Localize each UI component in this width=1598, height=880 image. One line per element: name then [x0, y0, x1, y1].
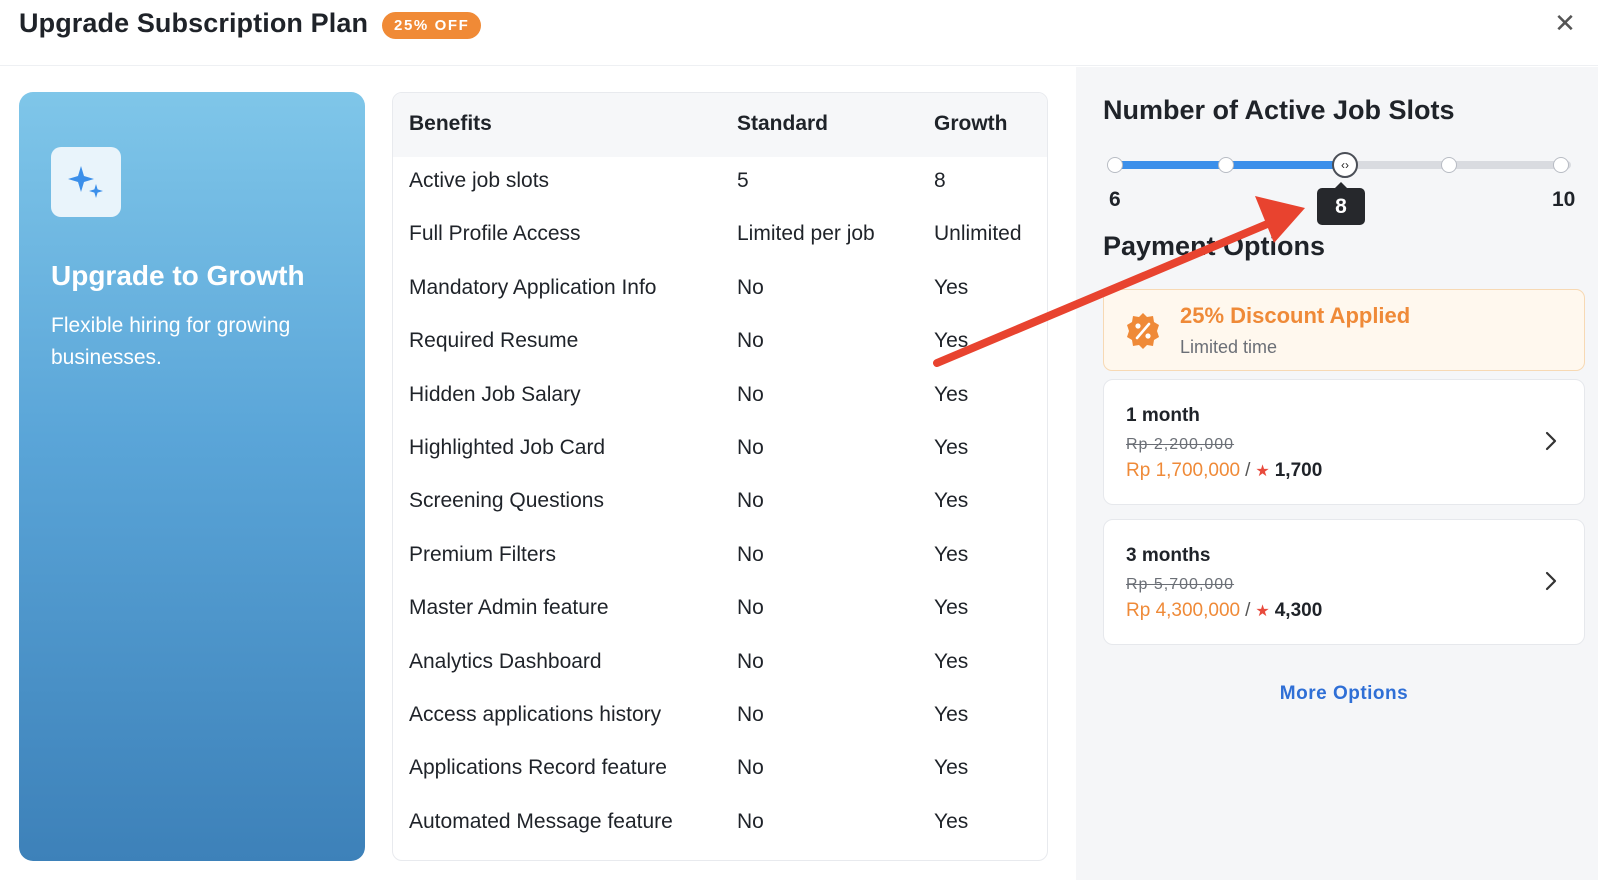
standard-value: No: [737, 436, 764, 459]
growth-value: Yes: [934, 542, 969, 566]
table-row: Screening Questions No Yes: [393, 477, 1047, 530]
table-row: Analytics Dashboard No Yes: [393, 638, 1047, 691]
right-panel: Number of Active Job Slots ‹› 6 8 10 Pay…: [1076, 67, 1598, 880]
standard-value: No: [737, 489, 764, 513]
plan-price: Rp 1,700,000: [1126, 460, 1241, 481]
growth-value: Yes: [934, 703, 969, 726]
plan-option-3-months[interactable]: 3 months Rp 5,700,000 Rp 4,300,000/★ 4,30…: [1103, 519, 1585, 645]
slider-step[interactable]: [1218, 157, 1234, 173]
page-title: Upgrade Subscription Plan: [19, 8, 369, 38]
growth-value: Yes: [934, 275, 969, 299]
growth-value: Yes: [934, 809, 969, 833]
benefit-name: Active job slots: [409, 169, 550, 192]
table-row: Hidden Job Salary No Yes: [393, 371, 1047, 424]
plan-points: 1,700: [1274, 460, 1323, 481]
percent-badge-icon: [1124, 312, 1162, 355]
standard-value: No: [737, 596, 764, 620]
growth-value: Yes: [934, 382, 969, 406]
benefit-name: Full Profile Access: [409, 222, 581, 246]
slider-step[interactable]: [1441, 157, 1457, 173]
drag-handle-icon[interactable]: ‹›: [1332, 152, 1358, 178]
growth-value: Yes: [934, 649, 969, 673]
benefit-name: Required Resume: [409, 329, 579, 353]
standard-value: No: [737, 382, 764, 406]
table-row: Active job slots 5 8: [393, 157, 1047, 210]
table-row: Required Resume No Yes: [393, 317, 1047, 370]
plan-option-1-month[interactable]: 1 month Rp 2,200,000 Rp 1,700,000/★ 1,700: [1103, 379, 1585, 505]
growth-value: Yes: [934, 436, 969, 459]
plan-original-price: Rp 2,200,000: [1126, 436, 1235, 453]
plan-original-price: Rp 5,700,000: [1126, 576, 1235, 593]
table-row: Highlighted Job Card No Yes: [393, 424, 1047, 477]
star-icon: ★: [1255, 603, 1270, 620]
plan-points: 4,300: [1274, 600, 1323, 621]
benefit-name: Access applications history: [409, 703, 662, 726]
table-header: Benefits Standard Growth: [393, 93, 1047, 157]
table-row: Mandatory Application Info No Yes: [393, 264, 1047, 317]
plan-price: Rp 4,300,000: [1126, 600, 1241, 621]
promo-card: Upgrade to Growth Flexible hiring for gr…: [19, 92, 365, 861]
standard-value: No: [737, 809, 764, 833]
slider-step[interactable]: [1107, 157, 1123, 173]
discount-banner: 25% Discount Applied Limited time: [1103, 289, 1585, 371]
benefit-name: Highlighted Job Card: [409, 436, 606, 459]
discount-subtitle: Limited time: [1180, 337, 1278, 357]
discount-title: 25% Discount Applied: [1180, 303, 1411, 328]
growth-value: Yes: [934, 596, 969, 620]
standard-value: No: [737, 649, 764, 673]
slots-title: Number of Active Job Slots: [1103, 95, 1455, 125]
growth-value: Yes: [934, 329, 969, 353]
plan-name: 1 month: [1126, 405, 1200, 426]
plan-price-row: Rp 1,700,000/★ 1,700: [1126, 460, 1322, 482]
promo-title: Upgrade to Growth: [51, 260, 305, 291]
star-icon: ★: [1255, 463, 1270, 480]
benefit-name: Analytics Dashboard: [409, 649, 602, 673]
table-row: Full Profile Access Limited per job Unlimi…: [393, 210, 1047, 263]
slider-value-tooltip: 8: [1317, 182, 1365, 225]
standard-value: No: [737, 329, 764, 353]
header-growth: Growth: [934, 112, 1008, 135]
growth-value: 8: [934, 169, 946, 192]
benefit-name: Automated Message feature: [409, 809, 673, 833]
table-row: Premium Filters No Yes: [393, 531, 1047, 584]
slider-max-label: 10: [1552, 188, 1576, 211]
benefit-name: Master Admin feature: [409, 596, 609, 620]
slider-step[interactable]: [1553, 157, 1569, 173]
plan-price-row: Rp 4,300,000/★ 4,300: [1126, 600, 1322, 622]
standard-value: No: [737, 542, 764, 566]
benefit-name: Hidden Job Salary: [409, 382, 581, 406]
payment-title: Payment Options: [1103, 231, 1326, 261]
standard-value: No: [737, 275, 764, 299]
growth-value: Yes: [934, 489, 969, 513]
standard-value: No: [737, 756, 764, 780]
header-benefits: Benefits: [409, 112, 492, 135]
slider-min-label: 6: [1109, 188, 1121, 211]
benefit-name: Screening Questions: [409, 489, 604, 513]
benefit-name: Applications Record feature: [409, 756, 667, 780]
growth-value: Unlimited: [934, 222, 1022, 246]
standard-value: 5: [737, 169, 749, 192]
standard-value: No: [737, 703, 764, 726]
benefit-name: Premium Filters: [409, 542, 557, 566]
more-options-link[interactable]: More Options: [1076, 683, 1598, 705]
standard-value: Limited per job: [737, 222, 875, 246]
price-separator: /: [1245, 460, 1251, 481]
close-icon[interactable]: ✕: [1550, 8, 1580, 38]
plan-name: 3 months: [1126, 545, 1211, 566]
promo-subtitle: Flexible hiring for growing businesses.: [51, 314, 291, 369]
growth-value: Yes: [934, 756, 969, 780]
table-row: Access applications history No Yes: [393, 691, 1047, 744]
benefits-table: Benefits Standard Growth Active job slot…: [392, 92, 1048, 861]
sparkle-icon: [51, 147, 121, 217]
dialog-header: Upgrade Subscription Plan 25% OFF ✕: [0, 0, 1598, 66]
table-row: Automated Message feature No Yes: [393, 798, 1047, 851]
header-standard: Standard: [737, 112, 829, 135]
price-separator: /: [1245, 600, 1251, 621]
table-row: Master Admin feature No Yes: [393, 584, 1047, 637]
table-row: Applications Record feature No Yes: [393, 744, 1047, 797]
chevron-right-icon: [1545, 431, 1557, 451]
discount-badge: 25% OFF: [382, 12, 482, 39]
benefit-name: Mandatory Application Info: [409, 275, 657, 299]
chevron-right-icon: [1545, 571, 1557, 591]
